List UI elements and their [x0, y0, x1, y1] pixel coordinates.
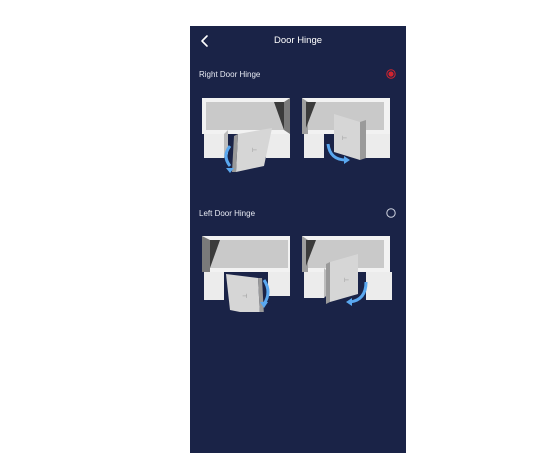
svg-text:⊢: ⊢: [344, 277, 349, 284]
left-hinge-label: Left Door Hinge: [199, 209, 256, 218]
left-hinge-radio[interactable]: [386, 208, 396, 218]
right-hinge-closed-illustration: ⊢: [202, 98, 290, 173]
right-hinge-label: Right Door Hinge: [199, 70, 261, 79]
svg-text:⊣: ⊣: [242, 293, 247, 300]
svg-text:⊢: ⊢: [252, 147, 257, 154]
right-hinge-open-illustration: ⊢: [302, 98, 390, 164]
nav-bar: Door Hinge: [190, 26, 406, 56]
right-hinge-radio[interactable]: [386, 69, 396, 79]
left-hinge-closed-illustration: ⊣: [202, 236, 290, 312]
page-title: Door Hinge: [273, 35, 323, 46]
left-hinge-open-illustration: ⊢: [302, 236, 392, 306]
svg-text:⊢: ⊢: [342, 135, 347, 142]
door-hinge-screen: Door Hinge Right Door Hinge ⊢ ⊢ Left Doo…: [190, 26, 406, 453]
